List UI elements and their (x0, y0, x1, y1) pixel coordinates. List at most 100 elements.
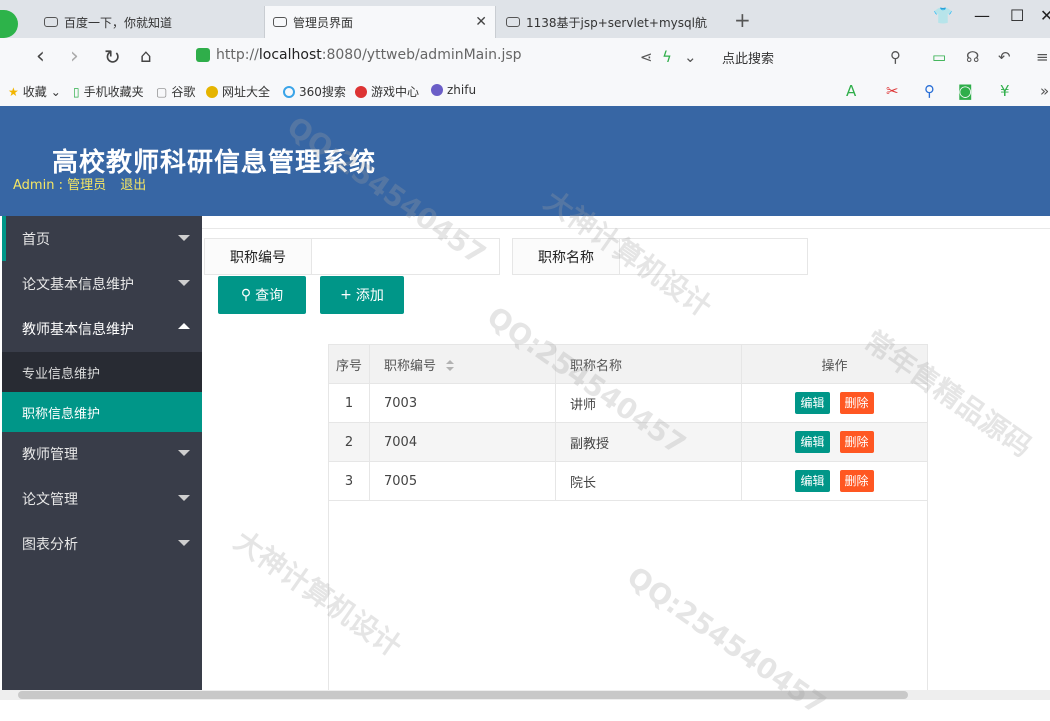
sidebar-item-teacher-info[interactable]: 教师基本信息维护 (2, 306, 202, 351)
edit-button[interactable]: 编辑 (795, 431, 830, 453)
bookmark-games[interactable]: 游戏中心 (355, 83, 419, 100)
close-tab-icon[interactable]: ✕ (475, 14, 487, 30)
caret-up-icon (178, 323, 190, 329)
skin-icon[interactable]: 👕 (933, 6, 953, 25)
user-role: 管理员 (67, 178, 107, 193)
row-index: 2 (328, 422, 370, 462)
forward-icon[interactable]: › (70, 44, 79, 70)
browser-search-input[interactable]: 点此搜索 (722, 48, 774, 67)
row-code: 7005 (369, 461, 556, 501)
url-bar[interactable]: http://localhost:8080/yttweb/adminMain.j… (196, 47, 522, 63)
sidebar-item-teacher-mgmt[interactable]: 教师管理 (2, 431, 202, 476)
search-icon: ⚲ (240, 287, 252, 303)
delete-button[interactable]: 删除 (839, 470, 874, 492)
close-window-icon[interactable]: ✕ (1040, 6, 1050, 25)
row-index: 3 (328, 461, 370, 501)
name-label: 职称名称 (512, 238, 620, 275)
share-icon[interactable]: ⋖ (640, 48, 653, 66)
delete-button[interactable]: 删除 (839, 392, 874, 414)
battery-icon[interactable]: ▭ (932, 48, 946, 66)
plus-icon: + (340, 287, 352, 303)
chevron-down-icon: ⌄ (50, 84, 61, 99)
sidebar-item-paper-info[interactable]: 论文基本信息维护 (2, 261, 202, 306)
tab-favicon-icon (273, 17, 287, 27)
zhifu-icon (431, 84, 443, 96)
menu-icon[interactable]: ≡ (1036, 48, 1049, 66)
headphones-icon[interactable]: ☊ (966, 48, 979, 66)
row-actions: 编辑 删除 (741, 461, 928, 501)
sidebar-item-home[interactable]: 首页 (2, 216, 202, 261)
edit-button[interactable]: 编辑 (795, 470, 830, 492)
bookmark-google[interactable]: ▢ 谷歌 (156, 83, 195, 100)
sidebar-subitem-title[interactable]: 职称信息维护 (2, 392, 202, 432)
scrollbar-thumb[interactable] (18, 691, 908, 699)
row-actions: 编辑 删除 (741, 422, 928, 462)
sidebar-subitem-major[interactable]: 专业信息维护 (2, 352, 202, 392)
col-index: 序号 (328, 344, 370, 384)
gamepad-icon[interactable]: ◙ (958, 82, 973, 100)
table-header-row: 序号 职称编号 职称名称 操作 (328, 344, 928, 384)
sidebar-item-paper-mgmt[interactable]: 论文管理 (2, 476, 202, 521)
row-actions: 编辑 删除 (741, 383, 928, 423)
browser-tab-bar: 百度一下，你就知道 管理员界面 ✕ 1138基于jsp+servlet+mysq… (0, 0, 1050, 38)
row-index: 1 (328, 383, 370, 423)
delete-button[interactable]: 删除 (839, 431, 874, 453)
tab-favicon-icon (506, 17, 520, 27)
user-prefix: Admin : (13, 178, 68, 193)
home-icon[interactable]: ⌂ (140, 44, 151, 70)
new-tab-icon[interactable]: + (734, 8, 751, 32)
caret-down-icon (178, 280, 190, 286)
caret-down-icon (178, 495, 190, 501)
bookmark-sites[interactable]: 网址大全 (206, 83, 270, 100)
user-info: Admin : 管理员 退出 (13, 174, 146, 193)
sidebar: 首页 论文基本信息维护 教师基本信息维护 专业信息维护 职称信息维护 教师管理 … (2, 216, 202, 700)
tab-title: 1138基于jsp+servlet+mysql航 (526, 15, 707, 30)
bookmark-mobile[interactable]: ▯ 手机收藏夹 (73, 83, 144, 100)
bookmark-360[interactable]: 360搜索 (283, 83, 346, 100)
translate-icon[interactable]: A (846, 82, 856, 100)
edit-button[interactable]: 编辑 (795, 392, 830, 414)
scissors-icon[interactable]: ✂ (886, 82, 899, 100)
sort-icon[interactable] (446, 360, 455, 372)
code-input[interactable] (312, 238, 500, 275)
game-icon (355, 85, 367, 98)
bookmarks-bar: ★ 收藏 ⌄ ▯ 手机收藏夹 ▢ 谷歌 网址大全 360搜索 游戏中心 zhifu A … (0, 76, 1050, 107)
browser-tab-baidu[interactable]: 百度一下，你就知道 (36, 6, 261, 38)
bookmark-zhifu[interactable]: zhifu (431, 83, 476, 97)
undo-icon[interactable]: ↶ (998, 48, 1011, 66)
magnifier-icon[interactable]: ⚲ (924, 82, 935, 100)
tab-favicon-icon (44, 17, 58, 27)
code-label: 职称编号 (204, 238, 312, 275)
wallet-icon[interactable]: ¥ (1000, 82, 1010, 100)
lightning-icon[interactable]: ϟ (662, 48, 672, 66)
name-input[interactable] (620, 238, 808, 275)
caret-down-icon (178, 450, 190, 456)
compass-icon (206, 85, 218, 98)
query-button[interactable]: ⚲ 查询 (218, 276, 306, 314)
search-icon[interactable]: ⚲ (890, 48, 901, 66)
caret-down-icon (178, 235, 190, 241)
page-icon: ▢ (156, 84, 168, 99)
table-row: 2 7004 副教授 编辑 删除 (328, 422, 928, 462)
reload-icon[interactable]: ↻ (104, 44, 121, 70)
back-icon[interactable]: ‹ (36, 44, 45, 70)
col-name: 职称名称 (555, 344, 742, 384)
browser-tab-admin[interactable]: 管理员界面 ✕ (264, 6, 496, 38)
more-icon[interactable]: » (1040, 82, 1049, 100)
col-code[interactable]: 职称编号 (369, 344, 556, 384)
dropdown-icon[interactable]: ⌄ (684, 48, 697, 66)
tab-title: 百度一下，你就知道 (64, 15, 173, 30)
table-row: 3 7005 院长 编辑 删除 (328, 461, 928, 501)
logout-link[interactable]: 退出 (120, 178, 146, 193)
browser-tab-other[interactable]: 1138基于jsp+servlet+mysql航 (498, 6, 718, 38)
maximize-icon[interactable]: ☐ (1010, 6, 1024, 25)
row-code: 7004 (369, 422, 556, 462)
table-row: 1 7003 讲师 编辑 删除 (328, 383, 928, 423)
add-button[interactable]: + 添加 (320, 276, 404, 314)
row-name: 院长 (555, 461, 742, 501)
bookmark-favorites[interactable]: ★ 收藏 ⌄ (8, 83, 61, 100)
minimize-icon[interactable]: — (974, 6, 990, 25)
address-toolbar: ‹ › ↻ ⌂ http://localhost:8080/yttweb/adm… (0, 38, 1050, 77)
sidebar-item-charts[interactable]: 图表分析 (2, 521, 202, 566)
row-name: 副教授 (555, 422, 742, 462)
